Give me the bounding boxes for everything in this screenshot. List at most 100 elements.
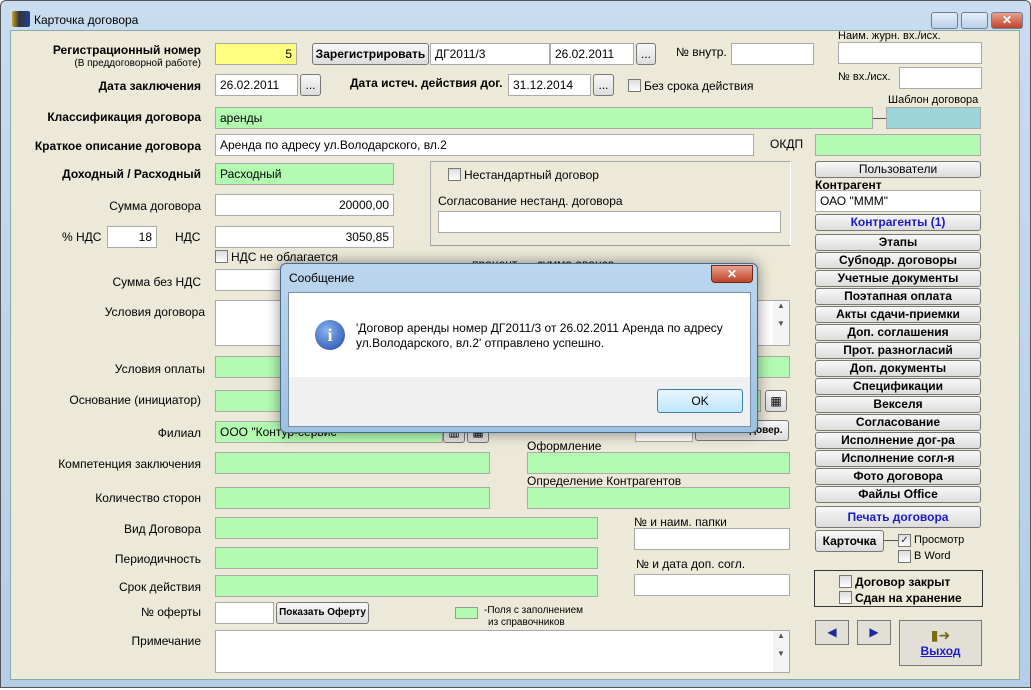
conclusion-date-field[interactable]: 26.02.2011 — [215, 74, 298, 96]
execution-button[interactable]: Исполнение дог-ра — [815, 432, 981, 449]
expiry-date-field[interactable]: 31.12.2014 — [508, 74, 591, 96]
vat-field[interactable]: 3050,85 — [215, 226, 394, 248]
dialog-content: i 'Договор аренды номер ДГ2011/3 от 26.0… — [288, 292, 751, 427]
approval-button[interactable]: Согласование — [815, 414, 981, 431]
stages-button[interactable]: Этапы — [815, 234, 981, 251]
disagreements-button[interactable]: Прот. разногласий — [815, 342, 981, 359]
nonstandard-approval-field[interactable] — [438, 211, 781, 233]
conclusion-date-picker-button[interactable]: ... — [300, 74, 321, 96]
addenda-button[interactable]: Доп. соглашения — [815, 324, 981, 341]
nonstandard-checkbox[interactable] — [448, 168, 461, 181]
competence-field[interactable] — [215, 452, 490, 474]
reg-number-field[interactable]: 5 — [215, 43, 297, 65]
terms-scrollbar[interactable]: ▲ ▼ — [773, 301, 789, 345]
term-field[interactable] — [215, 575, 598, 597]
kind-label: Вид Договора — [123, 522, 201, 536]
term-label: Срок действия — [118, 580, 201, 594]
vat-pct-label: % НДС — [62, 230, 102, 244]
subcontracts-button[interactable]: Субподр. договоры — [815, 252, 981, 269]
print-contract-button[interactable]: Печать договора — [815, 506, 981, 528]
message-dialog: Сообщение ✕ i 'Договор аренды номер ДГ20… — [280, 263, 758, 433]
description-label: Краткое описание договора — [34, 139, 201, 153]
parties-field[interactable] — [215, 487, 490, 509]
close-window-button[interactable]: ✕ — [991, 12, 1023, 29]
kind-field[interactable] — [215, 517, 598, 539]
reg-number-sublabel: (В преддоговорной работе) — [74, 58, 201, 69]
periodicity-field[interactable] — [215, 547, 598, 569]
maximize-button[interactable] — [961, 12, 988, 29]
archived-checkbox[interactable] — [839, 591, 852, 604]
card-button[interactable]: Карточка — [815, 530, 884, 552]
archived-label: Сдан на хранение — [855, 591, 962, 605]
connector-line — [873, 118, 886, 119]
journal-field[interactable] — [838, 42, 982, 64]
vat-pct-field[interactable]: 18 — [107, 226, 157, 248]
folder-field[interactable] — [634, 528, 790, 550]
exit-door-icon: ▮➜ — [930, 627, 951, 643]
sum-label: Сумма договора — [109, 199, 201, 213]
okdp-label: ОКДП — [770, 137, 804, 151]
users-button[interactable]: Пользователи — [815, 161, 981, 178]
reg-date-picker-button[interactable]: ... — [636, 43, 656, 65]
approval-execution-button[interactable]: Исполнение согл-я — [815, 450, 981, 467]
no-vat-checkbox[interactable] — [215, 250, 228, 263]
classification-field[interactable]: аренды — [215, 107, 873, 129]
note-label: Примечание — [131, 634, 201, 648]
addendum-field[interactable] — [634, 574, 790, 596]
staged-payment-button[interactable]: Поэтапная оплата — [815, 288, 981, 305]
offer-field[interactable] — [215, 602, 274, 624]
photo-button[interactable]: Фото договора — [815, 468, 981, 485]
reg-date-field[interactable]: 26.02.2011 — [550, 43, 634, 65]
window-title: Карточка договора — [34, 13, 139, 27]
sum-field[interactable]: 20000,00 — [215, 194, 394, 216]
accounting-docs-button[interactable]: Учетные документы — [815, 270, 981, 287]
nonstandard-approval-label: Согласование нестанд. договора — [438, 194, 623, 208]
note-field[interactable]: ▲ ▼ — [215, 630, 790, 673]
exit-button[interactable]: ▮➜ Выход — [899, 620, 982, 666]
expiry-date-picker-button[interactable]: ... — [593, 74, 614, 96]
bills-button[interactable]: Векселя — [815, 396, 981, 413]
acceptance-acts-button[interactable]: Акты сдачи-приемки — [815, 306, 981, 323]
expiry-date-label: Дата истеч. действия дог. — [350, 76, 503, 90]
office-files-button[interactable]: Файлы Office — [815, 486, 981, 503]
ok-button[interactable]: OK — [657, 389, 743, 413]
extra-docs-button[interactable]: Доп. документы — [815, 360, 981, 377]
okdp-field[interactable] — [815, 134, 981, 156]
journal-label: Наим. журн. вх./исх. — [838, 30, 941, 42]
exit-label: Выход — [920, 644, 961, 658]
counterparty-field[interactable]: ОАО "МММ" — [815, 190, 981, 212]
contract-number-field[interactable]: ДГ2011/3 — [430, 43, 550, 65]
next-button[interactable]: ▶ — [857, 620, 891, 645]
sum-no-vat-label: Сумма без НДС — [112, 275, 201, 289]
show-offer-button[interactable]: Показать Оферту — [276, 602, 369, 624]
legend-line1: -Поля с заполнением — [484, 605, 584, 616]
word-checkbox[interactable] — [898, 550, 911, 563]
template-field[interactable] — [886, 107, 981, 129]
dialog-close-button[interactable]: ✕ — [711, 265, 753, 283]
specifications-button[interactable]: Спецификации — [815, 378, 981, 395]
register-button[interactable]: Зарегистрировать — [312, 43, 429, 65]
closed-checkbox[interactable] — [839, 575, 852, 588]
description-field[interactable]: Аренда по адресу ул.Володарского, вл.2 — [215, 134, 754, 156]
preview-checkbox[interactable]: ✓ — [898, 534, 911, 547]
addendum-label: № и дата доп. согл. — [636, 557, 746, 571]
note-scrollbar[interactable]: ▲ ▼ — [773, 631, 789, 672]
periodicity-label: Периодичность — [114, 552, 201, 566]
classification-label: Классификация договора — [47, 110, 201, 124]
income-field[interactable]: Расходный — [215, 163, 394, 185]
preview-label: Просмотр — [914, 534, 965, 546]
counterparties-button[interactable]: Контрагенты (1) — [815, 214, 981, 231]
table-icon[interactable]: ▦ — [765, 390, 787, 412]
counterparty-def-field[interactable] — [527, 487, 790, 509]
reg-number-label: Регистрационный номер — [52, 43, 201, 57]
formalization-field[interactable] — [527, 452, 790, 474]
no-term-checkbox[interactable] — [628, 79, 641, 92]
offer-label: № оферты — [141, 605, 201, 619]
connector-line — [884, 540, 898, 541]
minimize-button[interactable] — [931, 12, 958, 29]
legend-line2: из справочников — [488, 617, 565, 628]
prev-button[interactable]: ◀ — [815, 620, 849, 645]
internal-no-label: № внутр. — [676, 45, 727, 59]
internal-no-field[interactable] — [731, 43, 814, 65]
inout-no-field[interactable] — [899, 67, 982, 89]
